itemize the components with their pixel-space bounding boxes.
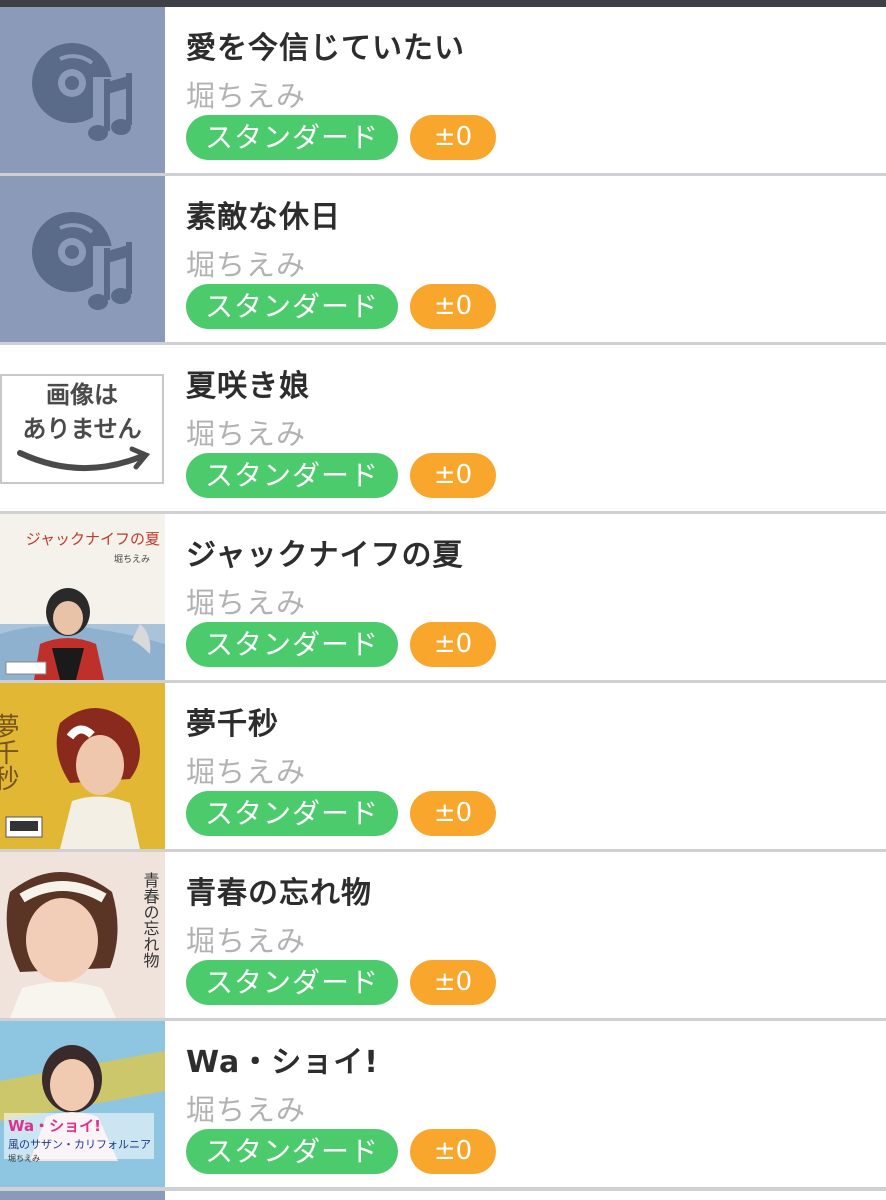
level-badge: スタンダード [186,115,398,160]
album-cover: 夢千秒 [0,683,165,849]
cover-title-text: Wa・ショイ! [8,1117,101,1135]
song-row[interactable]: ジャックナイフの夏 堀ちえみ ジャックナイフの夏 堀ちえみ スタンダード ±0 [0,514,886,683]
key-badge: ±0 [410,1129,496,1174]
song-row[interactable]: 夢千秒 夢千秒 堀ちえみ スタンダード ±0 [0,683,886,852]
key-badge: ±0 [410,284,496,329]
key-badge: ±0 [410,115,496,160]
next-row-thumbnail-partial [0,1191,165,1200]
cover-subtitle-text: 風のサザン・カリフォルニア [8,1138,151,1151]
no-image-thumbnail: 画像は ありません [0,345,165,511]
album-cover: ジャックナイフの夏 堀ちえみ [0,514,165,680]
level-badge: スタンダード [186,284,398,329]
level-badge: スタンダード [186,791,398,836]
artist-name: 堀ちえみ [186,755,307,789]
song-row[interactable]: Wa・ショイ! 風のサザン・カリフォルニア 堀ちえみ Wa・ショイ! 堀ちえみ … [0,1021,886,1190]
artist-name: 堀ちえみ [186,248,307,282]
album-cover: 青春の忘れ物 [0,852,165,1018]
level-badge: スタンダード [186,622,398,667]
song-title: 愛を今信じていたい [186,31,465,66]
artist-name: 堀ちえみ [186,586,307,620]
cover-artist-text: 堀ちえみ [114,554,150,565]
artist-name: 堀ちえみ [186,1093,307,1127]
music-placeholder-icon [0,176,165,342]
level-badge: スタンダード [186,453,398,498]
cover-artist-text: 堀ちえみ [8,1154,40,1163]
cover-title-text: ジャックナイフの夏 [26,530,160,548]
song-row[interactable]: 画像は ありません 夏咲き娘 堀ちえみ スタンダード ±0 [0,345,886,514]
song-row[interactable]: 素敵な休日 堀ちえみ スタンダード ±0 [0,176,886,345]
song-title: 夏咲き娘 [186,369,310,404]
song-row[interactable]: 愛を今信じていたい 堀ちえみ スタンダード ±0 [0,7,886,176]
key-badge: ±0 [410,791,496,836]
song-title: 夢千秒 [186,707,279,742]
song-row[interactable]: 青春の忘れ物 青春の忘れ物 堀ちえみ スタンダード ±0 [0,852,886,1021]
song-title: Wa・ショイ! [186,1045,379,1080]
artist-name: 堀ちえみ [186,924,307,958]
music-placeholder-icon [0,7,165,173]
key-badge: ±0 [410,622,496,667]
song-title: ジャックナイフの夏 [186,538,464,573]
artist-name: 堀ちえみ [186,79,307,113]
cover-title-text: 青春の忘れ物 [141,872,160,969]
album-cover: Wa・ショイ! 風のサザン・カリフォルニア 堀ちえみ [0,1021,165,1187]
song-title: 素敵な休日 [186,200,341,235]
level-badge: スタンダード [186,960,398,1005]
no-image-text-line2: ありません [22,415,141,443]
level-badge: スタンダード [186,1129,398,1174]
key-badge: ±0 [410,960,496,1005]
artist-name: 堀ちえみ [186,417,307,451]
key-badge: ±0 [410,453,496,498]
song-title: 青春の忘れ物 [186,876,372,911]
cover-title-text: 夢千秒 [0,713,19,791]
no-image-text-line1: 画像は [46,381,118,409]
top-bar [0,0,886,7]
